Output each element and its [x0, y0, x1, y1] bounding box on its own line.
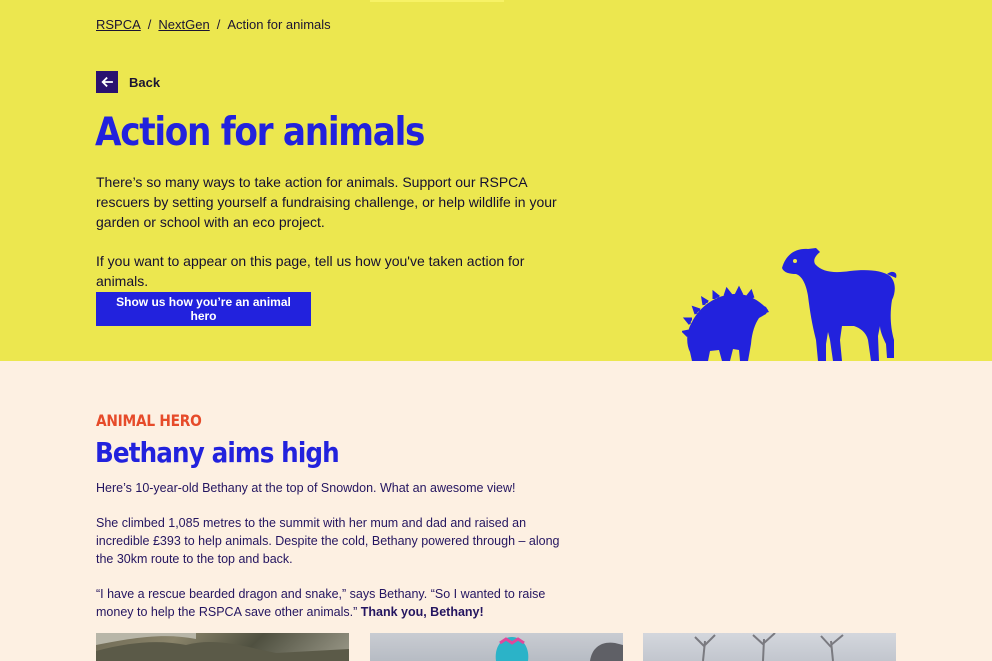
hero-section: RSPCA / NextGen / Action for animals Back Ac… — [0, 0, 992, 361]
story-body: Here’s 10-year-old Bethany at the top of… — [96, 479, 576, 638]
breadcrumb-link-nextgen[interactable]: NextGen — [158, 17, 209, 32]
story-photo-mountain[interactable] — [96, 633, 349, 661]
story-title: Bethany aims high — [95, 436, 340, 469]
story-paragraph: She climbed 1,085 metres to the summit w… — [96, 516, 560, 566]
intro-paragraph: There’s so many ways to take action for … — [96, 174, 557, 230]
breadcrumb-separator: / — [216, 17, 221, 32]
intro-text: There’s so many ways to take action for … — [96, 172, 576, 310]
hedgehog-icon — [682, 285, 769, 361]
story-photo-bethany[interactable] — [370, 633, 623, 661]
breadcrumb-link-rspca[interactable]: RSPCA — [96, 17, 141, 32]
story-photo-trees[interactable] — [643, 633, 896, 661]
page-title: Action for animals — [95, 110, 425, 155]
back-label: Back — [129, 74, 161, 90]
breadcrumb-current: Action for animals — [227, 17, 331, 32]
breadcrumb: RSPCA / NextGen / Action for animals — [96, 17, 331, 32]
show-us-button[interactable]: Show us how you’re an animal hero — [96, 292, 311, 326]
animals-illustration — [682, 248, 897, 361]
story-thanks: Thank you, Bethany! — [360, 605, 484, 619]
story-paragraph: “I have a rescue bearded dragon and snak… — [96, 585, 576, 621]
story-paragraph: Here’s 10-year-old Bethany at the top of… — [96, 481, 516, 495]
breadcrumb-separator: / — [147, 17, 152, 32]
sheep-icon — [782, 248, 897, 361]
intro-paragraph: If you want to appear on this page, tell… — [96, 253, 525, 289]
back-link[interactable]: Back — [96, 71, 160, 93]
section-label: ANIMAL HERO — [96, 411, 202, 430]
arrow-left-icon — [96, 71, 118, 93]
